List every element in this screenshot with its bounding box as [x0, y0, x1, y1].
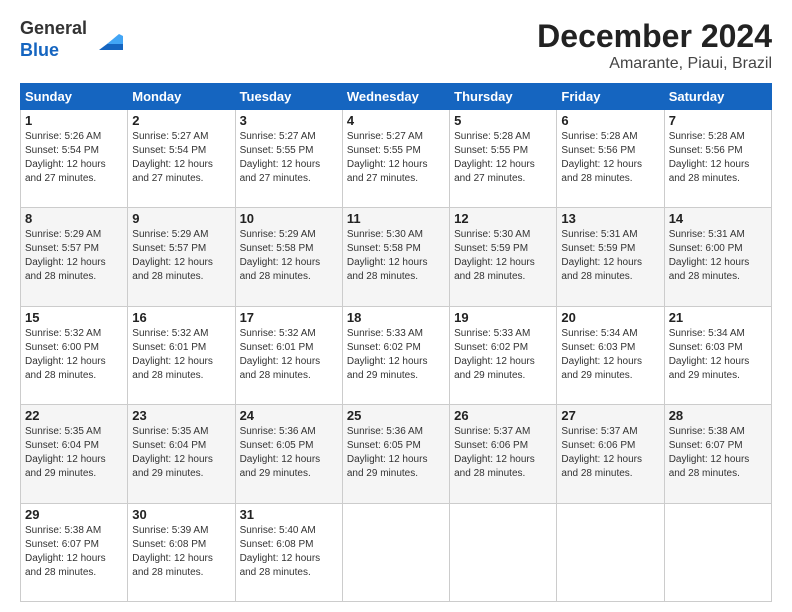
- week-row-3: 15 Sunrise: 5:32 AMSunset: 6:00 PMDaylig…: [21, 306, 772, 404]
- day-cell-25: 25 Sunrise: 5:36 AMSunset: 6:05 PMDaylig…: [342, 405, 449, 503]
- day-cell-16: 16 Sunrise: 5:32 AMSunset: 6:01 PMDaylig…: [128, 306, 235, 404]
- col-saturday: Saturday: [664, 84, 771, 110]
- day-cell-26: 26 Sunrise: 5:37 AMSunset: 6:06 PMDaylig…: [450, 405, 557, 503]
- week-row-4: 22 Sunrise: 5:35 AMSunset: 6:04 PMDaylig…: [21, 405, 772, 503]
- day-cell-19: 19 Sunrise: 5:33 AMSunset: 6:02 PMDaylig…: [450, 306, 557, 404]
- logo: General Blue: [20, 18, 123, 61]
- day-cell-12: 12 Sunrise: 5:30 AMSunset: 5:59 PMDaylig…: [450, 208, 557, 306]
- day-cell-28: 28 Sunrise: 5:38 AMSunset: 6:07 PMDaylig…: [664, 405, 771, 503]
- day-cell-24: 24 Sunrise: 5:36 AMSunset: 6:05 PMDaylig…: [235, 405, 342, 503]
- day-cell-29: 29 Sunrise: 5:38 AMSunset: 6:07 PMDaylig…: [21, 503, 128, 601]
- day-cell-empty-4: [664, 503, 771, 601]
- day-cell-15: 15 Sunrise: 5:32 AMSunset: 6:00 PMDaylig…: [21, 306, 128, 404]
- day-cell-17: 17 Sunrise: 5:32 AMSunset: 6:01 PMDaylig…: [235, 306, 342, 404]
- week-row-2: 8 Sunrise: 5:29 AMSunset: 5:57 PMDayligh…: [21, 208, 772, 306]
- day-cell-18: 18 Sunrise: 5:33 AMSunset: 6:02 PMDaylig…: [342, 306, 449, 404]
- day-cell-10: 10 Sunrise: 5:29 AMSunset: 5:58 PMDaylig…: [235, 208, 342, 306]
- day-cell-empty-2: [450, 503, 557, 601]
- col-monday: Monday: [128, 84, 235, 110]
- col-friday: Friday: [557, 84, 664, 110]
- day-cell-1: 1 Sunrise: 5:26 AMSunset: 5:54 PMDayligh…: [21, 110, 128, 208]
- day-cell-8: 8 Sunrise: 5:29 AMSunset: 5:57 PMDayligh…: [21, 208, 128, 306]
- day-cell-31: 31 Sunrise: 5:40 AMSunset: 6:08 PMDaylig…: [235, 503, 342, 601]
- day-cell-2: 2 Sunrise: 5:27 AMSunset: 5:54 PMDayligh…: [128, 110, 235, 208]
- page: General Blue December 2024 Amarante, Pia…: [0, 0, 792, 612]
- day-cell-30: 30 Sunrise: 5:39 AMSunset: 6:08 PMDaylig…: [128, 503, 235, 601]
- week-row-1: 1 Sunrise: 5:26 AMSunset: 5:54 PMDayligh…: [21, 110, 772, 208]
- day-cell-22: 22 Sunrise: 5:35 AMSunset: 6:04 PMDaylig…: [21, 405, 128, 503]
- title-section: December 2024 Amarante, Piaui, Brazil: [537, 18, 772, 73]
- day-cell-5: 5 Sunrise: 5:28 AMSunset: 5:55 PMDayligh…: [450, 110, 557, 208]
- calendar-table: Sunday Monday Tuesday Wednesday Thursday…: [20, 83, 772, 602]
- day-cell-empty-3: [557, 503, 664, 601]
- day-cell-21: 21 Sunrise: 5:34 AMSunset: 6:03 PMDaylig…: [664, 306, 771, 404]
- col-tuesday: Tuesday: [235, 84, 342, 110]
- day-cell-27: 27 Sunrise: 5:37 AMSunset: 6:06 PMDaylig…: [557, 405, 664, 503]
- logo-icon: [91, 22, 123, 54]
- month-year: December 2024: [537, 18, 772, 55]
- col-thursday: Thursday: [450, 84, 557, 110]
- day-cell-14: 14 Sunrise: 5:31 AMSunset: 6:00 PMDaylig…: [664, 208, 771, 306]
- day-cell-6: 6 Sunrise: 5:28 AMSunset: 5:56 PMDayligh…: [557, 110, 664, 208]
- day-cell-9: 9 Sunrise: 5:29 AMSunset: 5:57 PMDayligh…: [128, 208, 235, 306]
- day-cell-11: 11 Sunrise: 5:30 AMSunset: 5:58 PMDaylig…: [342, 208, 449, 306]
- day-cell-4: 4 Sunrise: 5:27 AMSunset: 5:55 PMDayligh…: [342, 110, 449, 208]
- day-cell-3: 3 Sunrise: 5:27 AMSunset: 5:55 PMDayligh…: [235, 110, 342, 208]
- day-cell-20: 20 Sunrise: 5:34 AMSunset: 6:03 PMDaylig…: [557, 306, 664, 404]
- col-wednesday: Wednesday: [342, 84, 449, 110]
- day-cell-23: 23 Sunrise: 5:35 AMSunset: 6:04 PMDaylig…: [128, 405, 235, 503]
- logo-text: General Blue: [20, 18, 87, 61]
- day-cell-empty-1: [342, 503, 449, 601]
- location: Amarante, Piaui, Brazil: [537, 55, 772, 73]
- day-cell-7: 7 Sunrise: 5:28 AMSunset: 5:56 PMDayligh…: [664, 110, 771, 208]
- header: General Blue December 2024 Amarante, Pia…: [20, 18, 772, 73]
- calendar-header-row: Sunday Monday Tuesday Wednesday Thursday…: [21, 84, 772, 110]
- col-sunday: Sunday: [21, 84, 128, 110]
- week-row-5: 29 Sunrise: 5:38 AMSunset: 6:07 PMDaylig…: [21, 503, 772, 601]
- day-cell-13: 13 Sunrise: 5:31 AMSunset: 5:59 PMDaylig…: [557, 208, 664, 306]
